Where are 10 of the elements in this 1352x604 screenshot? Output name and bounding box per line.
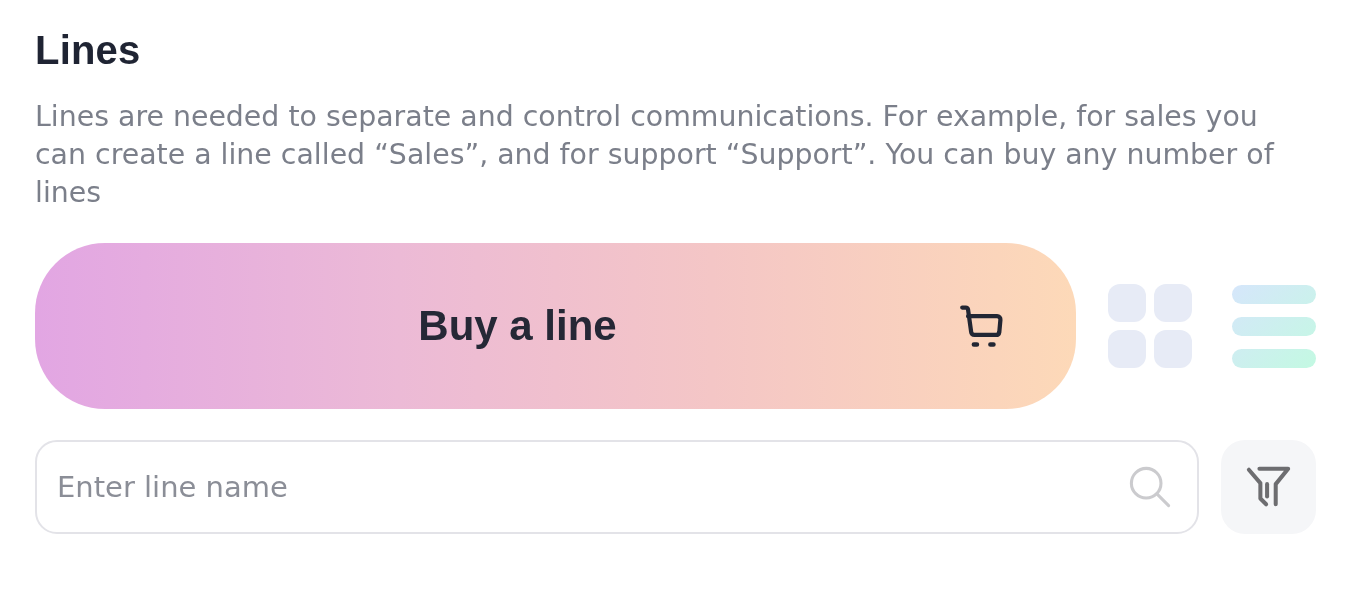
list-icon	[1232, 284, 1316, 368]
grid-view-button[interactable]	[1108, 284, 1192, 368]
buy-line-button[interactable]: Buy a line	[35, 243, 1076, 409]
filter-button[interactable]	[1221, 440, 1316, 534]
section-description: Lines are needed to separate and control communications. For example, for sales you can create a line called “Sales”, and for support “Support”. You can buy any number of lines	[35, 99, 1276, 211]
list-view-button[interactable]	[1232, 284, 1316, 368]
search-field[interactable]: Enter line name	[35, 440, 1199, 534]
grid-icon	[1108, 284, 1192, 368]
section-title: Lines	[35, 27, 142, 74]
search-icon	[1129, 466, 1171, 508]
